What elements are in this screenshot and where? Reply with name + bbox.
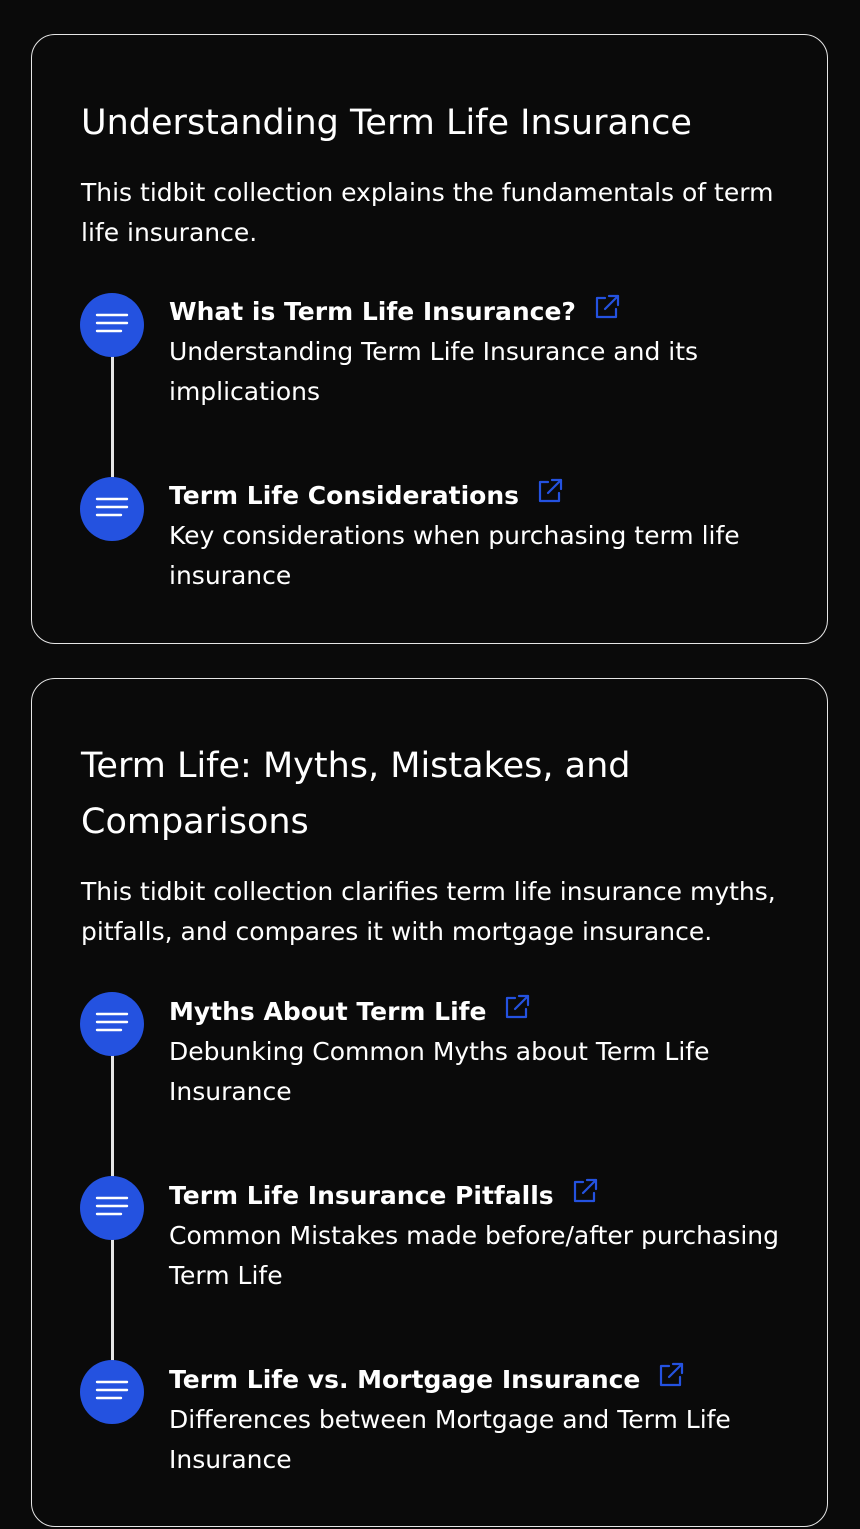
text-lines-icon bbox=[80, 1176, 144, 1240]
tidbit-title[interactable]: Term Life Insurance Pitfalls bbox=[169, 1176, 554, 1216]
text-lines-icon bbox=[80, 477, 144, 541]
tidbit-item[interactable]: Term Life vs. Mortgage Insurance Differe… bbox=[169, 1360, 799, 1480]
external-link-icon[interactable] bbox=[594, 294, 620, 320]
tidbit-title[interactable]: What is Term Life Insurance? bbox=[169, 292, 576, 332]
tidbit-description: Key considerations when purchasing term … bbox=[169, 521, 740, 590]
tidbit-description: Differences between Mortgage and Term Li… bbox=[169, 1405, 731, 1474]
collection-card: Term Life: Myths, Mistakes, and Comparis… bbox=[31, 678, 828, 1527]
tidbit-timeline: Myths About Term Life Debunking Common M… bbox=[32, 679, 827, 1526]
external-link-icon[interactable] bbox=[658, 1362, 684, 1388]
external-link-icon[interactable] bbox=[504, 994, 530, 1020]
external-link-icon[interactable] bbox=[572, 1178, 598, 1204]
tidbit-timeline: What is Term Life Insurance? Understandi… bbox=[32, 35, 827, 643]
tidbit-item[interactable]: Myths About Term Life Debunking Common M… bbox=[169, 992, 799, 1112]
tidbit-title[interactable]: Myths About Term Life bbox=[169, 992, 486, 1032]
text-lines-icon bbox=[80, 992, 144, 1056]
tidbit-title[interactable]: Term Life Considerations bbox=[169, 476, 519, 516]
collection-card: Understanding Term Life Insurance This t… bbox=[31, 34, 828, 644]
tidbit-description: Common Mistakes made before/after purcha… bbox=[169, 1221, 780, 1290]
tidbit-description: Debunking Common Myths about Term Life I… bbox=[169, 1037, 710, 1106]
text-lines-icon bbox=[80, 293, 144, 357]
tidbit-item[interactable]: What is Term Life Insurance? Understandi… bbox=[169, 292, 799, 412]
tidbit-item[interactable]: Term Life Insurance Pitfalls Common Mist… bbox=[169, 1176, 799, 1296]
text-lines-icon bbox=[80, 1360, 144, 1424]
tidbit-title[interactable]: Term Life vs. Mortgage Insurance bbox=[169, 1360, 640, 1400]
tidbit-item[interactable]: Term Life Considerations Key considerati… bbox=[169, 476, 799, 596]
tidbit-description: Understanding Term Life Insurance and it… bbox=[169, 337, 699, 406]
external-link-icon[interactable] bbox=[537, 478, 563, 504]
